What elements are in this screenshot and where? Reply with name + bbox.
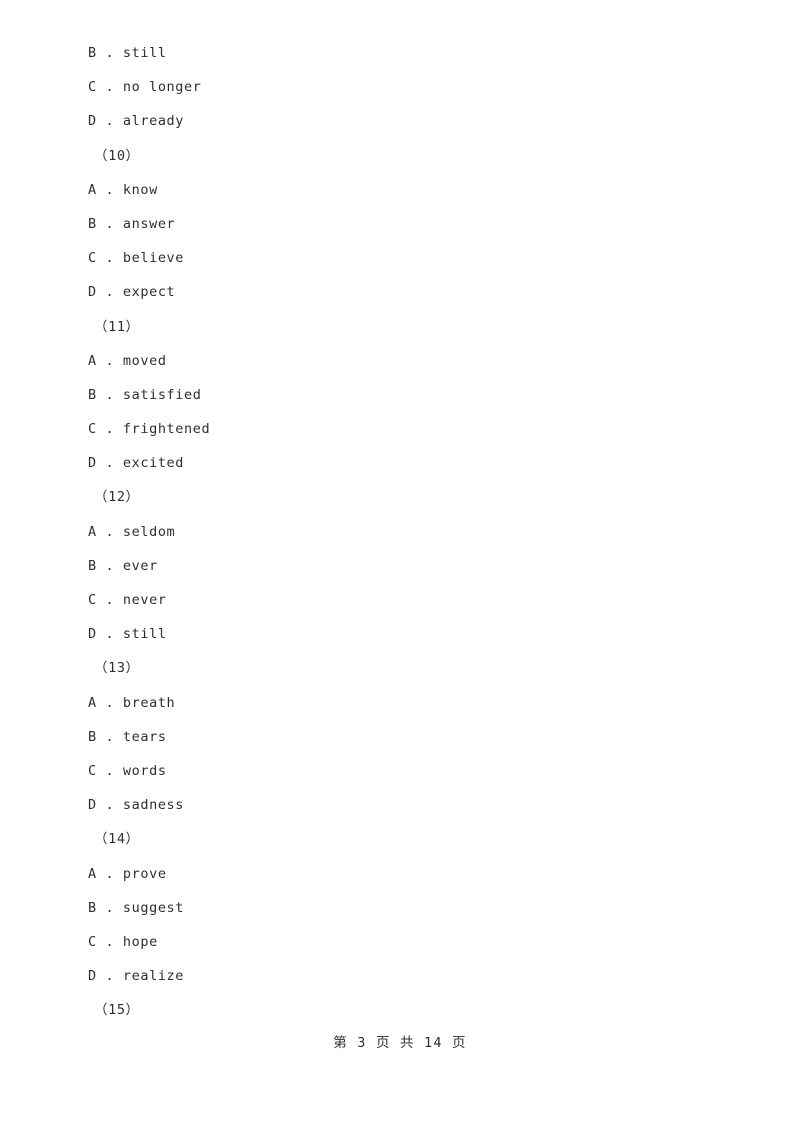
page-footer: 第 3 页 共 14 页 xyxy=(333,1035,467,1051)
question-number: （15） xyxy=(94,1002,140,1019)
answer-option: B . still xyxy=(88,45,167,61)
answer-option: B . ever xyxy=(88,557,158,574)
answer-option: C . hope xyxy=(88,933,158,950)
answer-option: A . know xyxy=(88,181,158,198)
answer-option: D . still xyxy=(88,626,167,643)
answer-option: D . already xyxy=(88,113,185,130)
answer-option: D . excited xyxy=(88,455,185,472)
answer-option: D . sadness xyxy=(88,797,185,814)
answer-option: B . answer xyxy=(88,215,176,232)
answer-option: A . breath xyxy=(88,694,176,711)
answer-option: A . prove xyxy=(88,865,167,882)
answer-option: C . never xyxy=(88,592,167,608)
question-list: B . still C . no longer D . already （10） A .… xyxy=(88,36,728,1027)
answer-option: D . realize xyxy=(88,968,185,985)
answer-option: B . suggest xyxy=(88,899,185,916)
answer-option: B . satisfied xyxy=(88,386,202,403)
answer-option: A . seldom xyxy=(88,523,176,540)
answer-option: C . words xyxy=(88,762,167,779)
document-page: B . still C . no longer D . already （10） A .… xyxy=(0,0,800,1132)
answer-option: C . believe xyxy=(88,250,185,267)
question-number: （10） xyxy=(94,147,140,164)
answer-option: C . frightened xyxy=(88,421,211,438)
question-number: （11） xyxy=(94,318,140,335)
answer-option: D . expect xyxy=(88,284,176,301)
answer-option: B . tears xyxy=(88,728,167,745)
answer-option: C . no longer xyxy=(88,79,202,96)
question-number: （14） xyxy=(94,831,140,848)
question-number: （13） xyxy=(94,660,140,677)
answer-option: A . moved xyxy=(88,352,167,369)
question-number: （12） xyxy=(94,489,140,506)
